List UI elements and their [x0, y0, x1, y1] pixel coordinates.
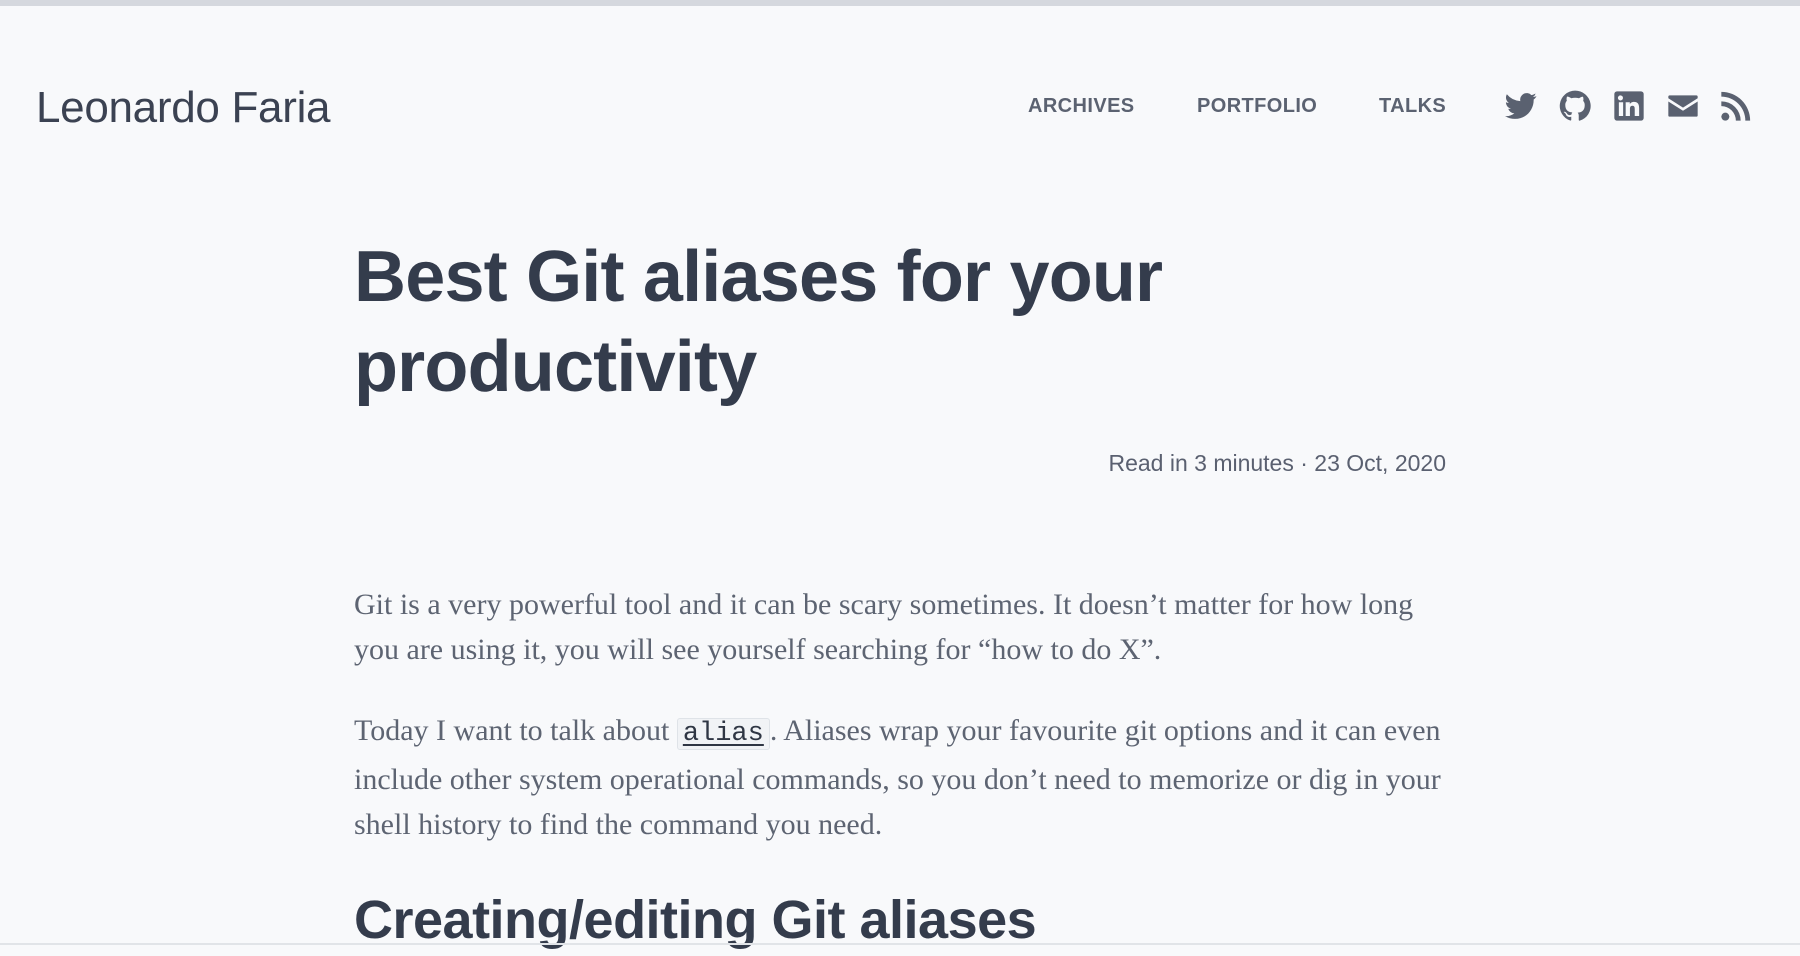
post-paragraph-alias: Today I want to talk about alias. Aliase…: [354, 708, 1454, 847]
top-accent-bar: [0, 0, 1800, 6]
twitter-icon[interactable]: [1505, 90, 1537, 122]
social-links: [0, 90, 1800, 122]
rss-icon[interactable]: [1720, 90, 1752, 122]
linkedin-icon[interactable]: [1613, 90, 1645, 122]
paragraph-text: Today I want to talk about: [354, 714, 677, 747]
email-icon[interactable]: [1667, 90, 1699, 122]
post-body: Git is a very powerful tool and it can b…: [354, 582, 1454, 883]
section-heading: Creating/editing Git aliases: [354, 890, 1037, 950]
github-icon[interactable]: [1559, 90, 1591, 122]
post-meta: Read in 3 minutes · 23 Oct, 2020: [1108, 450, 1446, 476]
post-paragraph-intro: Git is a very powerful tool and it can b…: [354, 588, 1414, 666]
inline-code-alias[interactable]: alias: [676, 718, 770, 750]
post-title: Best Git aliases for your productivity: [354, 237, 1163, 407]
